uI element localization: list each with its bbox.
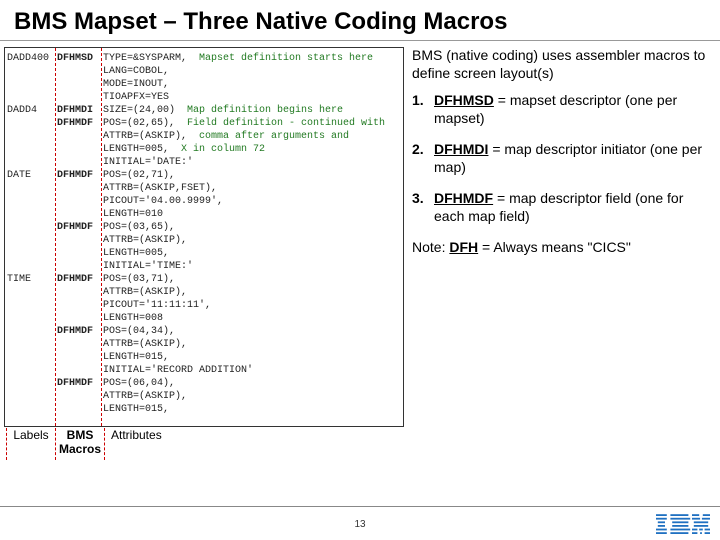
- code-line: MODE=INOUT,: [7, 78, 401, 91]
- code-line: ATTRB=(ASKIP),: [7, 338, 401, 351]
- macro-item-2: 2. DFHMDI = map descriptor initiator (on…: [412, 141, 710, 176]
- code-line: LENGTH=008: [7, 312, 401, 325]
- ibm-logo: [656, 514, 710, 536]
- macro-item-1: 1. DFHMSD = mapset descriptor (one per m…: [412, 92, 710, 127]
- code-line: LENGTH=015,: [7, 403, 401, 416]
- note-rest: = Always means "CICS": [478, 239, 631, 255]
- code-line: LENGTH=010: [7, 208, 401, 221]
- macro-keyword: DFHMDI: [434, 141, 488, 157]
- code-line: DADD400DFHMSDTYPE=&SYSPARM, Mapset defin…: [7, 52, 401, 65]
- item-number: 3.: [412, 190, 424, 208]
- code-line: TIMEDFHMDFPOS=(03,71),: [7, 273, 401, 286]
- code-line: DFHMDFPOS=(06,04),: [7, 377, 401, 390]
- right-column: BMS (native coding) uses assembler macro…: [404, 41, 720, 427]
- code-line: DADD4DFHMDISIZE=(24,00) Map definition b…: [7, 104, 401, 117]
- code-line: LENGTH=015,: [7, 351, 401, 364]
- code-line: DFHMDFPOS=(04,34),: [7, 325, 401, 338]
- code-line: DFHMDFPOS=(02,65), Field definition - co…: [7, 117, 401, 130]
- label-attributes: Attributes: [107, 428, 167, 442]
- page-title: BMS Mapset – Three Native Coding Macros: [0, 0, 720, 41]
- code-line: ATTRB=(ASKIP), comma after arguments and: [7, 130, 401, 143]
- code-line: ATTRB=(ASKIP),: [7, 286, 401, 299]
- item-number: 2.: [412, 141, 424, 159]
- page-number: 13: [354, 519, 365, 530]
- code-line: DATEDFHMDFPOS=(02,71),: [7, 169, 401, 182]
- code-line: LANG=COBOL,: [7, 65, 401, 78]
- macro-item-3: 3. DFHMDF = map descriptor field (one fo…: [412, 190, 710, 225]
- code-line: PICOUT='11:11:11',: [7, 299, 401, 312]
- code-line: INITIAL='RECORD ADDITION': [7, 364, 401, 377]
- macro-keyword: DFHMSD: [434, 92, 494, 108]
- code-line: LENGTH=005, X in column 72: [7, 143, 401, 156]
- note-prefix: Note:: [412, 239, 449, 255]
- column-labels: Labels BMS Macros Attributes: [4, 428, 167, 460]
- code-line: INITIAL='TIME:': [7, 260, 401, 273]
- label-labels: Labels: [9, 428, 53, 442]
- macro-keyword: DFHMDF: [434, 190, 493, 206]
- code-line: TIOAPFX=YES: [7, 91, 401, 104]
- note-text: Note: DFH = Always means "CICS": [412, 239, 710, 257]
- code-line: ATTRB=(ASKIP),: [7, 234, 401, 247]
- label-macros: BMS Macros: [58, 428, 102, 456]
- code-listing: DADD400DFHMSDTYPE=&SYSPARM, Mapset defin…: [4, 47, 404, 427]
- code-line: ATTRB=(ASKIP),: [7, 390, 401, 403]
- intro-text: BMS (native coding) uses assembler macro…: [412, 47, 710, 82]
- code-line: DFHMDFPOS=(03,65),: [7, 221, 401, 234]
- item-number: 1.: [412, 92, 424, 110]
- code-line: LENGTH=005,: [7, 247, 401, 260]
- note-keyword: DFH: [449, 239, 478, 255]
- code-line: INITIAL='DATE:': [7, 156, 401, 169]
- main-content: DADD400DFHMSDTYPE=&SYSPARM, Mapset defin…: [0, 41, 720, 427]
- code-line: ATTRB=(ASKIP,FSET),: [7, 182, 401, 195]
- code-line: PICOUT='04.00.9999',: [7, 195, 401, 208]
